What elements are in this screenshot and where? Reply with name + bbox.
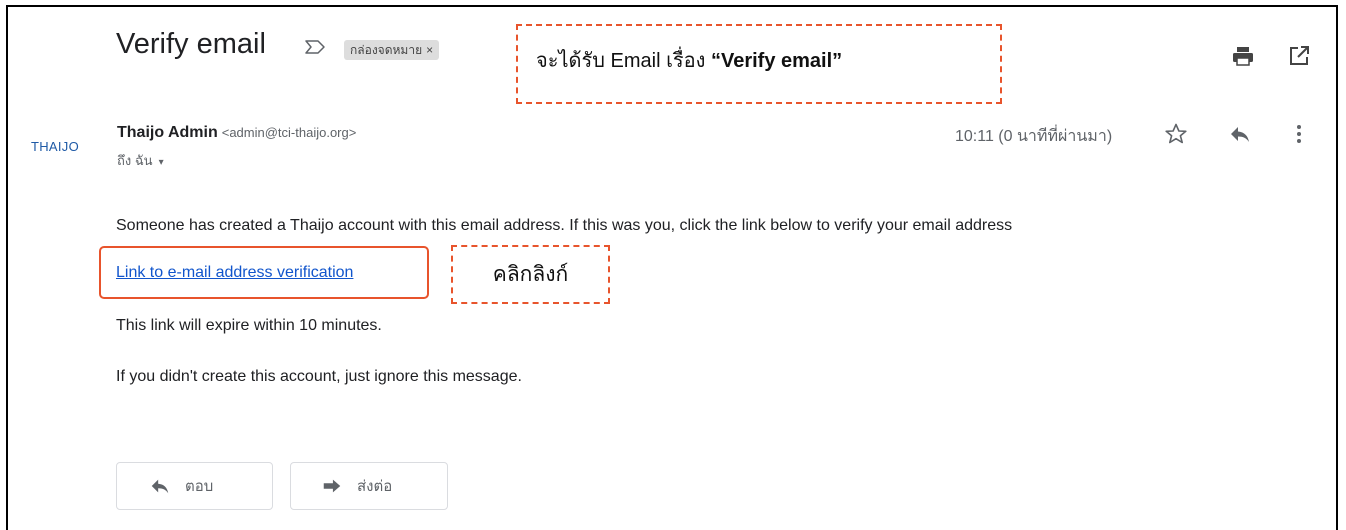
- body-paragraph-expiry: This link will expire within 10 minutes.: [116, 317, 382, 334]
- body-paragraph-ignore: If you didn't create this account, just …: [116, 368, 522, 385]
- print-icon[interactable]: [1231, 44, 1255, 68]
- reply-button-label: ตอบ: [185, 478, 214, 495]
- subject-callout-bold: “Verify email”: [710, 50, 843, 72]
- reply-icon[interactable]: [1228, 122, 1252, 146]
- subject-callout-text: จะได้รับ Email เรื่อง: [536, 50, 711, 72]
- inbox-label-chip[interactable]: กล่องจดหมาย ×: [344, 40, 440, 60]
- reply-icon: [151, 479, 169, 494]
- reply-button[interactable]: ตอบ: [116, 462, 273, 510]
- open-in-new-window-icon[interactable]: [1287, 44, 1311, 68]
- chevron-down-icon: ▾: [158, 157, 164, 168]
- forward-button[interactable]: ส่งต่อ: [290, 462, 448, 510]
- forward-button-label: ส่งต่อ: [357, 478, 393, 495]
- subject-annotation-callout: จะได้รับ Email เรื่อง “Verify email”: [516, 24, 1002, 104]
- important-marker-icon[interactable]: [304, 39, 326, 55]
- sender-logo: THAIJO: [31, 139, 80, 154]
- email-timestamp: 10:11 (0 นาทีที่ผ่านมา): [955, 128, 1113, 145]
- forward-icon: [323, 479, 341, 493]
- email-subject: Verify email: [116, 28, 266, 60]
- recipient-label: ถึง ฉัน: [117, 153, 153, 168]
- more-vertical-icon[interactable]: [1287, 122, 1311, 146]
- remove-label-icon[interactable]: ×: [426, 43, 433, 57]
- sender-email: <admin@tci-thaijo.org>: [221, 125, 357, 140]
- recipient-dropdown[interactable]: ถึง ฉัน ▾: [117, 150, 164, 171]
- verification-link[interactable]: Link to e-mail address verification: [116, 264, 353, 282]
- body-paragraph-intro: Someone has created a Thaijo account wit…: [116, 217, 1013, 234]
- click-link-annotation-callout: คลิกลิงก์: [451, 245, 610, 304]
- star-icon[interactable]: [1164, 122, 1188, 146]
- sender-line: Thaijo Admin <admin@tci-thaijo.org>: [117, 124, 356, 142]
- sender-name[interactable]: Thaijo Admin: [117, 124, 218, 141]
- label-chip-text: กล่องจดหมาย: [350, 43, 423, 57]
